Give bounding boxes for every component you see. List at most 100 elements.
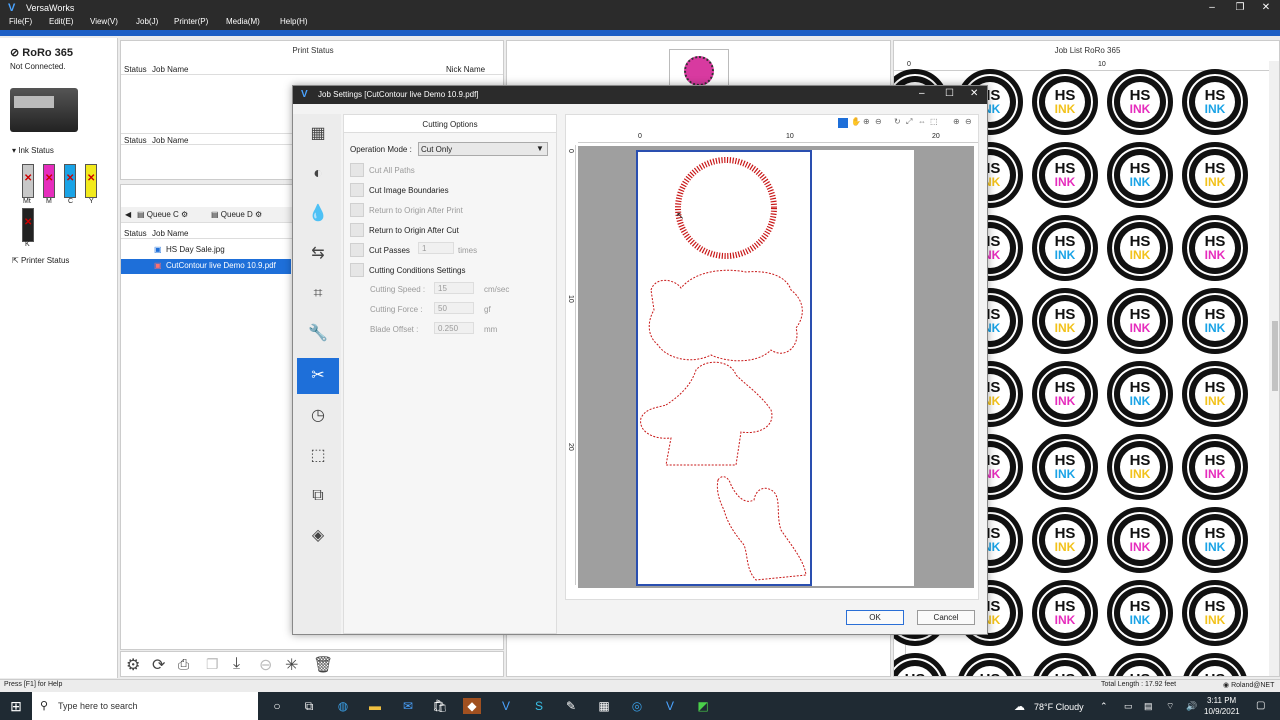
tab-queue-c[interactable]: ▤ Queue C ⚙ — [137, 210, 188, 219]
settings-gear-icon[interactable]: ⚙ — [126, 655, 140, 675]
versaworks-taskbar-icon[interactable]: V — [661, 698, 679, 714]
app-icon[interactable]: ◆ — [463, 698, 481, 714]
special-color-icon[interactable]: ◈ — [297, 518, 339, 554]
cut-passes-value: 1 — [422, 244, 427, 253]
cutting-speed-stepper[interactable]: 15 — [434, 282, 474, 294]
duplicate-icon[interactable]: ❐ — [206, 656, 219, 673]
calculator-icon[interactable]: ▦ — [595, 698, 613, 714]
operation-mode-select[interactable]: Cut Only ▼ — [418, 142, 548, 156]
network-icon[interactable]: ◎ — [628, 698, 646, 714]
menu-help[interactable]: Help(H) — [280, 17, 308, 26]
frame-icon[interactable]: ⬚ — [930, 117, 938, 126]
notification-icon[interactable]: ▢ — [1256, 700, 1265, 711]
cortana-icon[interactable]: ○ — [268, 698, 286, 714]
cut-passes-stepper[interactable]: 1 — [418, 242, 454, 254]
processing-icon[interactable]: ✳ — [285, 655, 298, 675]
app-icon[interactable]: ◩ — [694, 698, 712, 714]
color-management-icon[interactable]: ◐ — [297, 156, 339, 192]
stop-icon[interactable]: ⊖ — [259, 655, 272, 675]
cut-image-boundaries-checkbox[interactable] — [350, 183, 364, 197]
windows-start-icon[interactable]: ⊞ — [7, 698, 25, 714]
mail-icon[interactable]: ✉ — [399, 698, 417, 714]
close-button[interactable]: ✕ — [1254, 1, 1278, 15]
col-status[interactable]: Status — [124, 136, 147, 145]
cutting-force-stepper[interactable]: 50 — [434, 302, 474, 314]
tray-expand-icon[interactable]: ⌃ — [1100, 701, 1108, 712]
dialog-maximize-button[interactable]: ☐ — [945, 88, 954, 99]
clock-date[interactable]: 10/9/2021 — [1204, 707, 1240, 716]
crop-icon[interactable]: ⌗ — [297, 276, 339, 312]
cut-passes-checkbox[interactable] — [350, 243, 364, 257]
cutting-conditions-checkbox[interactable] — [350, 263, 364, 277]
wifi-icon[interactable]: ⌔ — [1166, 701, 1174, 712]
weather-text[interactable]: 78°F Cloudy — [1034, 702, 1084, 712]
ink-status-toggle[interactable]: ▾ Ink Status — [12, 146, 54, 155]
cut-all-paths-checkbox[interactable] — [350, 163, 364, 177]
print-icon[interactable]: ⎙ — [178, 656, 189, 673]
menu-view[interactable]: View(V) — [90, 17, 118, 26]
print-quality-icon[interactable]: ⇆ — [297, 236, 339, 272]
task-view-icon[interactable]: ⧉ — [300, 698, 318, 714]
variable-data-icon[interactable]: ⧉ — [297, 478, 339, 514]
hand-tool-icon[interactable]: ✋ — [851, 117, 861, 126]
zoom-out-icon[interactable]: ⊖ — [875, 117, 882, 126]
file-explorer-icon[interactable]: ▬ — [366, 698, 384, 714]
dialog-close-button[interactable]: ✕ — [970, 88, 978, 99]
zoom-in-icon[interactable]: ⊕ — [863, 117, 870, 126]
delete-icon[interactable]: 🗑 — [313, 655, 333, 675]
tray-icon[interactable]: ▤ — [1144, 701, 1153, 712]
tab-queue-d[interactable]: ▤ Queue D ⚙ — [211, 210, 262, 219]
dialog-minimize-button[interactable]: – — [919, 88, 925, 99]
skype-icon[interactable]: S — [530, 698, 548, 714]
tray-icon[interactable]: ▭ — [1124, 701, 1133, 712]
col-status[interactable]: Status — [124, 229, 147, 238]
fit-icon[interactable]: ⤢ — [906, 117, 912, 127]
ok-button[interactable]: OK — [846, 610, 904, 625]
versaworks-taskbar-icon[interactable]: V — [497, 698, 515, 714]
scrollbar-thumb[interactable] — [1272, 321, 1278, 391]
rotate-icon[interactable]: ↻ — [894, 117, 901, 126]
remove-icon[interactable]: ⊖ — [965, 117, 972, 126]
edge-browser-icon[interactable]: ◍ — [334, 698, 352, 714]
wrench-icon[interactable]: 🔧 — [297, 316, 339, 352]
store-icon[interactable]: 🛍 — [431, 698, 449, 714]
return-after-print-checkbox[interactable] — [350, 203, 364, 217]
refresh-icon[interactable]: ⟳ — [152, 655, 165, 675]
minimize-button[interactable]: – — [1200, 1, 1224, 15]
download-icon[interactable]: ⤓ — [233, 655, 240, 673]
queue-scroll-left-icon[interactable]: ◀ — [125, 210, 131, 219]
menu-media[interactable]: Media(M) — [226, 17, 260, 26]
col-status[interactable]: Status — [124, 65, 147, 74]
list-item[interactable]: ▣ HS Day Sale.jpg — [121, 243, 293, 258]
list-item-selected[interactable]: ▣ CutContour live Demo 10.9.pdf — [121, 259, 291, 274]
col-job-name[interactable]: Job Name — [152, 136, 188, 145]
col-nick-name[interactable]: Nick Name — [446, 65, 485, 74]
search-box[interactable]: ⚲ Type here to search — [32, 692, 258, 720]
clock-icon[interactable]: ◷ — [297, 398, 339, 434]
blade-offset-stepper[interactable]: 0.250 — [434, 322, 474, 334]
ink-drop-icon[interactable]: 💧 — [297, 196, 339, 232]
select-tool-icon[interactable] — [838, 118, 848, 128]
roland-net-link[interactable]: ◉ Roland@NET — [1223, 681, 1274, 689]
menu-printer[interactable]: Printer(P) — [174, 17, 208, 26]
mirror-icon[interactable]: ⇔ — [918, 117, 926, 126]
add-icon[interactable]: ⊕ — [953, 117, 960, 126]
weather-cloud-icon[interactable]: ☁ — [1014, 700, 1025, 713]
printer-status-link[interactable]: ⇱ Printer Status — [12, 256, 69, 265]
menu-file[interactable]: File(F) — [9, 17, 32, 26]
cutting-scissors-icon[interactable]: ✂ — [297, 358, 339, 394]
crop-marks-icon[interactable]: ⬚ — [297, 438, 339, 474]
col-job-name[interactable]: Job Name — [152, 229, 188, 238]
volume-icon[interactable]: 🔊 — [1186, 701, 1197, 712]
cancel-button[interactable]: Cancel — [917, 610, 975, 625]
col-job-name[interactable]: Job Name — [152, 65, 188, 74]
maximize-button[interactable]: ❐ — [1228, 1, 1252, 15]
menu-job[interactable]: Job(J) — [136, 17, 158, 26]
return-after-cut-checkbox[interactable] — [350, 223, 364, 237]
app-icon[interactable]: ✎ — [562, 698, 580, 714]
vertical-scrollbar[interactable] — [1269, 61, 1279, 676]
layout-icon[interactable]: ▦ — [297, 116, 339, 152]
menu-edit[interactable]: Edit(E) — [49, 17, 73, 26]
clock-time[interactable]: 3:11 PM — [1207, 696, 1236, 705]
printer-name[interactable]: ⊘ RoRo 365 — [10, 46, 73, 59]
